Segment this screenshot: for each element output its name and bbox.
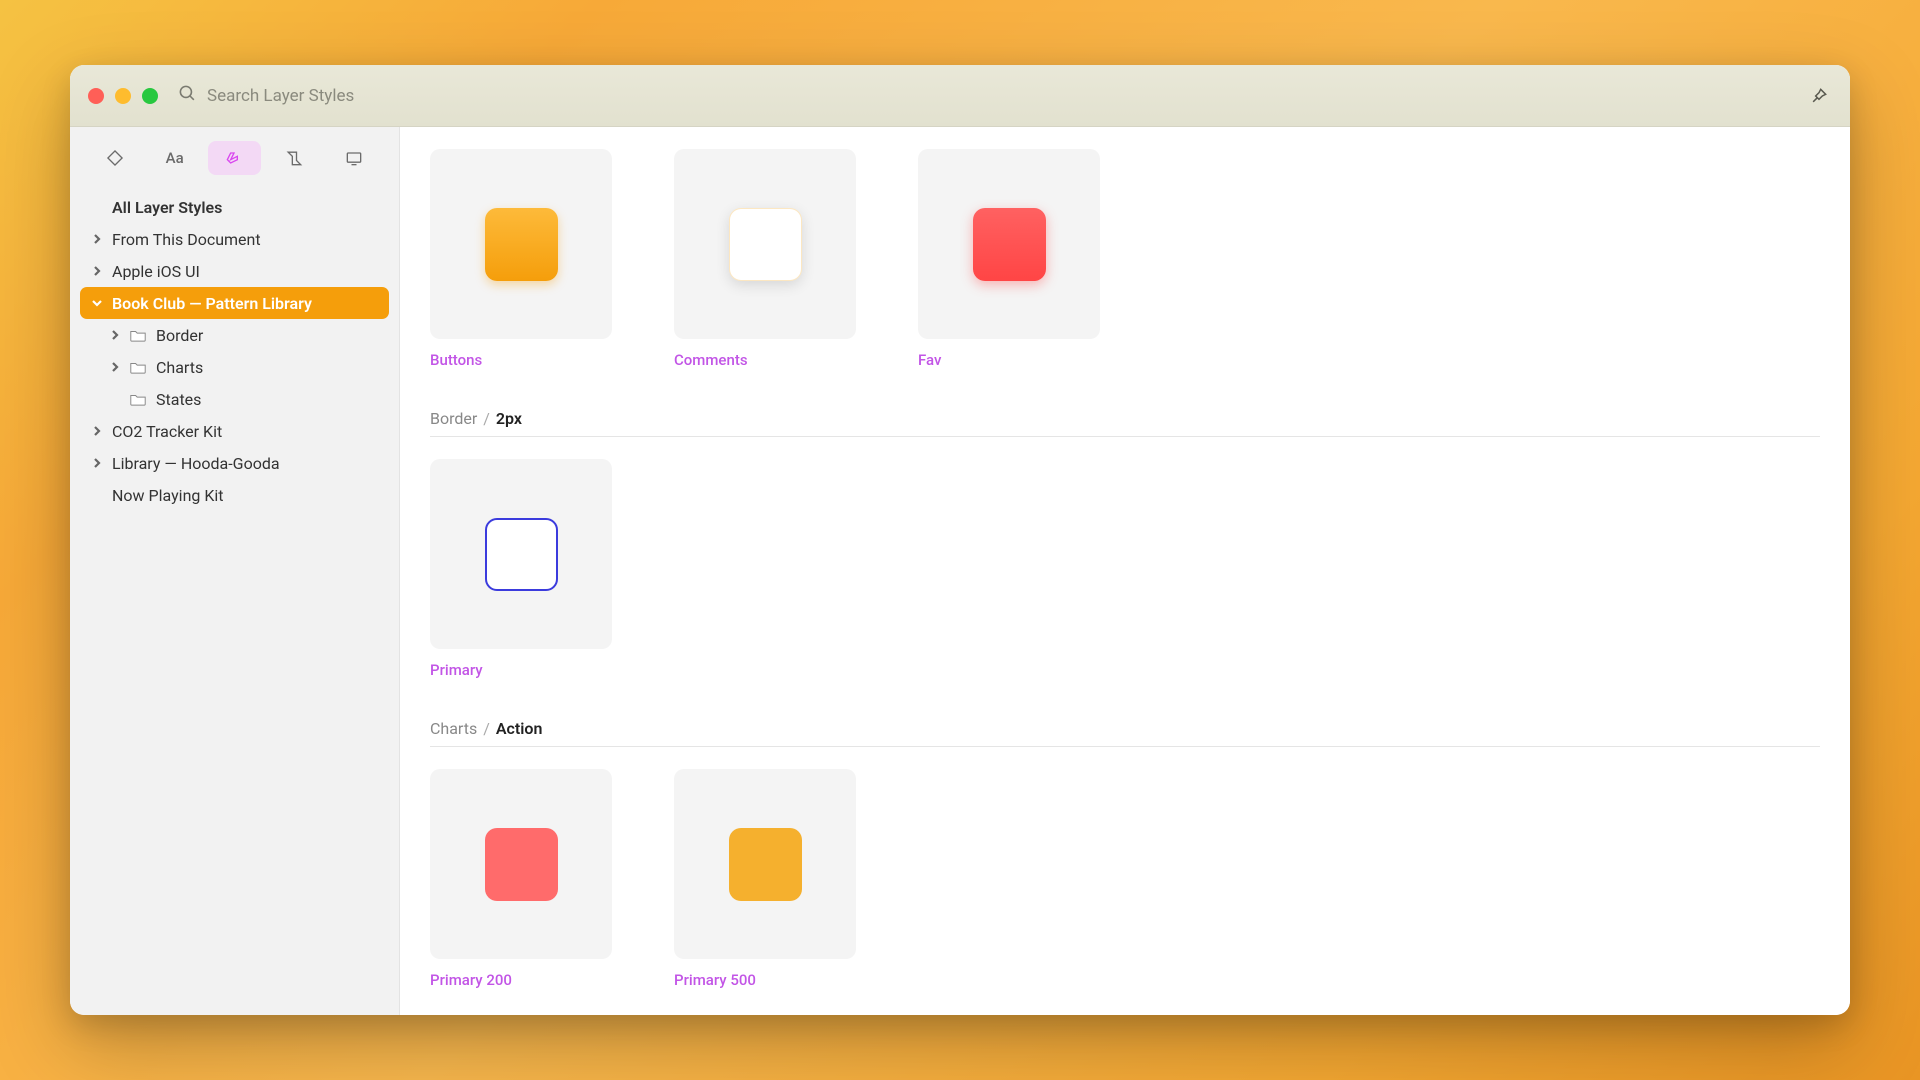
style-grid-row: Buttons Comments Fav xyxy=(430,149,1820,369)
style-grid-row: Primary xyxy=(430,459,1820,679)
folder-icon xyxy=(130,361,148,374)
style-card-fav[interactable]: Fav xyxy=(918,149,1100,369)
filter-tab-text[interactable]: Aa xyxy=(148,141,202,175)
style-swatch xyxy=(973,208,1046,281)
style-swatch xyxy=(485,208,558,281)
main-content: Buttons Comments Fav Border xyxy=(400,127,1850,1015)
tree-label: From This Document xyxy=(112,230,261,249)
style-label: Primary 200 xyxy=(430,971,612,989)
tree-subitem-border[interactable]: Border xyxy=(80,319,389,351)
style-card-primary-200[interactable]: Primary 200 xyxy=(430,769,612,989)
search-input[interactable] xyxy=(207,86,607,106)
search-icon xyxy=(178,84,197,107)
chevron-down-icon xyxy=(90,298,104,308)
sidebar: Aa All Layer Styles xyxy=(70,127,400,1015)
tree-subitem-states[interactable]: States xyxy=(80,383,389,415)
aa-label: Aa xyxy=(166,149,184,167)
filter-tab-components[interactable] xyxy=(267,141,321,175)
tree-label: Border xyxy=(156,326,203,345)
style-label: Buttons xyxy=(430,351,612,369)
filter-tab-layer-styles[interactable] xyxy=(208,141,262,175)
traffic-lights xyxy=(88,88,158,104)
tree-item-now-playing[interactable]: Now Playing Kit xyxy=(80,479,389,511)
swatch-frame xyxy=(430,149,612,339)
style-swatch xyxy=(485,518,558,591)
breadcrumb-parent: Border xyxy=(430,409,477,428)
swatch-frame xyxy=(430,769,612,959)
style-label: Primary 500 xyxy=(674,971,856,989)
style-grid-row: Primary 200 Primary 500 xyxy=(430,769,1820,989)
section-divider xyxy=(430,436,1820,437)
window-close-button[interactable] xyxy=(88,88,104,104)
style-tree: All Layer Styles From This Document Appl… xyxy=(70,185,399,517)
chevron-right-icon xyxy=(108,362,122,372)
tree-label: Library — Hooda-Gooda xyxy=(112,454,280,473)
style-label: Primary xyxy=(430,661,612,679)
tree-label: Now Playing Kit xyxy=(112,486,224,505)
swatch-frame xyxy=(918,149,1100,339)
tree-label: States xyxy=(156,390,201,409)
tree-label: All Layer Styles xyxy=(112,198,222,217)
tree-subitem-charts[interactable]: Charts xyxy=(80,351,389,383)
pin-button[interactable] xyxy=(1806,83,1832,109)
swatch-frame xyxy=(674,149,856,339)
folder-icon xyxy=(130,329,148,342)
tree-label: Charts xyxy=(156,358,203,377)
filter-tabs: Aa xyxy=(70,127,399,185)
style-swatch xyxy=(729,828,802,901)
breadcrumb-parent: Charts xyxy=(430,719,477,738)
style-card-primary-500[interactable]: Primary 500 xyxy=(674,769,856,989)
style-label: Fav xyxy=(918,351,1100,369)
tree-all-styles[interactable]: All Layer Styles xyxy=(80,191,389,223)
section-header-border: Border / 2px xyxy=(430,409,1820,428)
style-swatch xyxy=(729,208,802,281)
tree-item-from-this-document[interactable]: From This Document xyxy=(80,223,389,255)
chevron-right-icon xyxy=(90,426,104,436)
tree-item-apple-ios-ui[interactable]: Apple iOS UI xyxy=(80,255,389,287)
tree-item-library-hooda-gooda[interactable]: Library — Hooda-Gooda xyxy=(80,447,389,479)
tree-item-co2-tracker[interactable]: CO2 Tracker Kit xyxy=(80,415,389,447)
filter-tab-artboards[interactable] xyxy=(327,141,381,175)
breadcrumb-separator: / xyxy=(483,719,490,738)
style-swatch xyxy=(485,828,558,901)
swatch-frame xyxy=(430,459,612,649)
section-divider xyxy=(430,746,1820,747)
style-card-buttons[interactable]: Buttons xyxy=(430,149,612,369)
chevron-right-icon xyxy=(90,458,104,468)
chevron-right-icon xyxy=(90,266,104,276)
style-card-primary-border[interactable]: Primary xyxy=(430,459,612,679)
tree-label: CO2 Tracker Kit xyxy=(112,422,222,441)
window-zoom-button[interactable] xyxy=(142,88,158,104)
tree-item-book-club[interactable]: Book Club — Pattern Library xyxy=(80,287,389,319)
app-window: Aa All Layer Styles xyxy=(70,65,1850,1015)
window-minimize-button[interactable] xyxy=(115,88,131,104)
style-card-comments[interactable]: Comments xyxy=(674,149,856,369)
breadcrumb-separator: / xyxy=(483,409,490,428)
folder-icon xyxy=(130,393,148,406)
search-wrap xyxy=(178,84,1806,107)
style-label: Comments xyxy=(674,351,856,369)
breadcrumb-active: Action xyxy=(496,719,543,738)
tree-label: Apple iOS UI xyxy=(112,262,200,281)
swatch-frame xyxy=(674,769,856,959)
breadcrumb-active: 2px xyxy=(496,409,522,428)
filter-tab-shape[interactable] xyxy=(88,141,142,175)
section-header-charts: Charts / Action xyxy=(430,719,1820,738)
chevron-right-icon xyxy=(108,330,122,340)
chevron-right-icon xyxy=(90,234,104,244)
titlebar xyxy=(70,65,1850,127)
tree-label: Book Club — Pattern Library xyxy=(112,294,312,313)
